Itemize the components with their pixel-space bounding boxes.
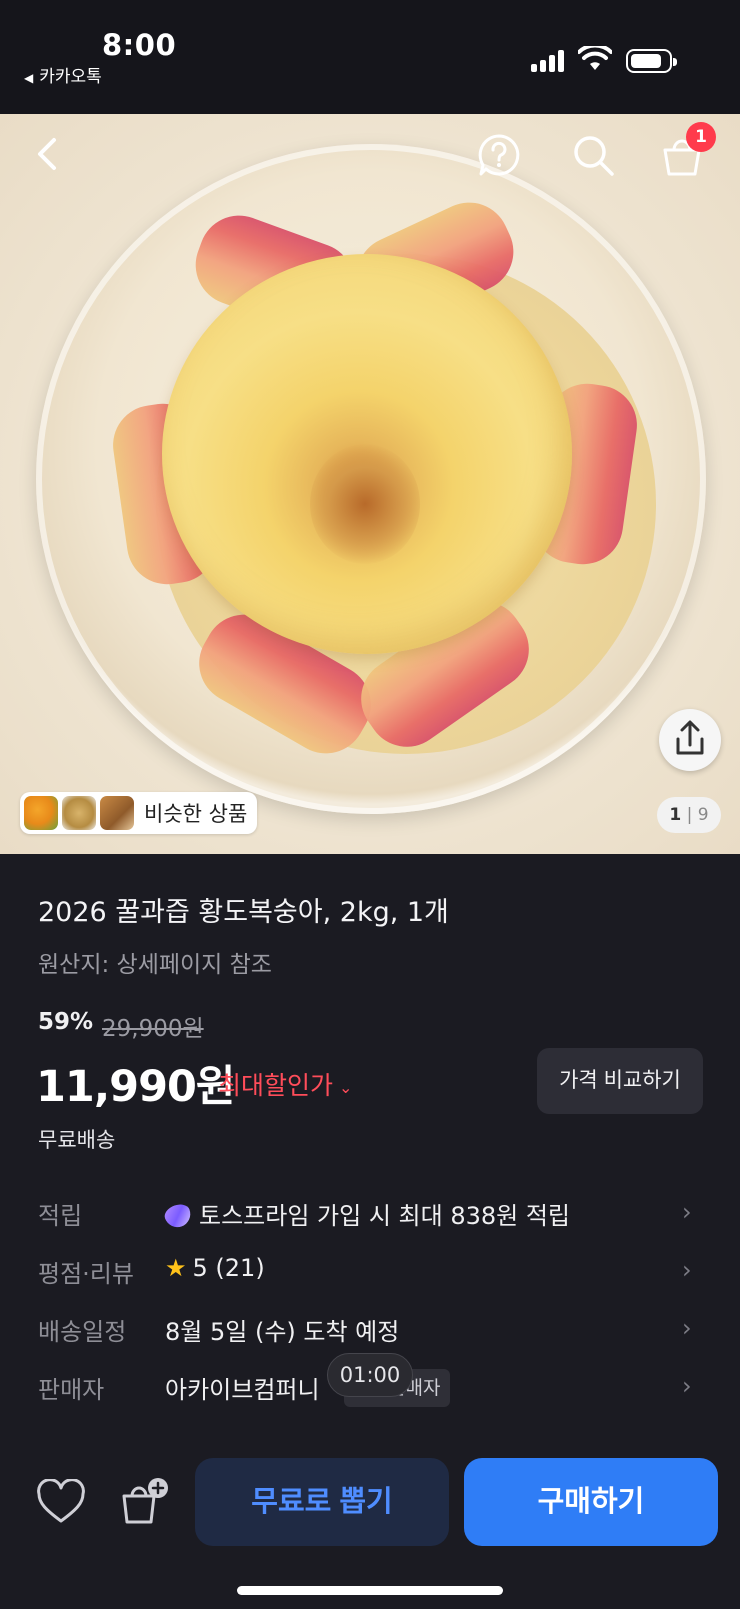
chevron-right-icon: › (682, 1314, 692, 1342)
detail-value: ★ 5 (21) (165, 1254, 265, 1282)
price-compare-button[interactable]: 가격 비교하기 (537, 1048, 703, 1114)
product-title: 2026 꿀과즙 황도복숭아, 2kg, 1개 (38, 897, 449, 928)
detail-value: 8월 5일 (수) 도착 예정 (165, 1318, 400, 1346)
detail-row-delivery[interactable]: 배송일정 8월 5일 (수) 도착 예정 › (0, 1302, 740, 1352)
toss-prime-gem-icon (162, 1201, 194, 1231)
buy-button[interactable]: 구매하기 (464, 1458, 718, 1546)
detail-label: 판매자 (38, 1376, 105, 1404)
image-counter-separator: | (686, 805, 693, 825)
battery-icon (626, 49, 677, 73)
original-price: 29,900원 (102, 1016, 204, 1042)
back-triangle-icon: ◀ (24, 71, 34, 85)
detail-value: 토스프라임 가입 시 최대 838원 적립 (162, 1196, 570, 1231)
similar-product-thumb (24, 796, 58, 830)
product-origin: 원산지: 상세페이지 참조 (38, 952, 272, 978)
home-indicator[interactable] (237, 1586, 503, 1595)
similar-product-thumb (100, 796, 134, 830)
star-icon: ★ (165, 1254, 187, 1282)
chevron-right-icon: › (682, 1198, 692, 1226)
cellular-signal-icon (531, 50, 567, 72)
detail-value-text: 토스프라임 가입 시 최대 838원 적립 (199, 1202, 570, 1230)
free-draw-button[interactable]: 무료로 뽑기 (195, 1458, 449, 1546)
chevron-down-icon: ⌄ (339, 1077, 353, 1097)
share-icon (676, 720, 704, 755)
chevron-right-icon: › (682, 1372, 692, 1400)
max-discount-label: 최대할인가 (218, 1071, 334, 1100)
detail-label: 평점·리뷰 (38, 1260, 134, 1288)
wifi-icon (578, 46, 612, 70)
max-discount-toggle[interactable]: 최대할인가 ⌄ (218, 1066, 352, 1102)
detail-value: 아카이브컴퍼니 (165, 1376, 320, 1404)
back-to-app-link[interactable]: ◀ 카카오톡 (24, 62, 102, 87)
detail-value-text: 5 (21) (192, 1254, 265, 1282)
sale-price: 11,990원 (36, 1062, 235, 1112)
heart-icon[interactable] (36, 1479, 86, 1525)
share-button[interactable] (659, 709, 721, 771)
back-app-label: 카카오톡 (39, 67, 102, 87)
similar-products-label: 비슷한 상품 (144, 802, 248, 826)
chevron-right-icon: › (682, 1256, 692, 1284)
back-arrow-icon[interactable] (28, 134, 68, 174)
add-to-cart-icon[interactable] (120, 1476, 170, 1526)
detail-row-points[interactable]: 적립 토스프라임 가입 시 최대 838원 적립 › (0, 1186, 740, 1236)
shipping-info: 무료배송 (38, 1128, 116, 1152)
product-image[interactable] (0, 114, 740, 854)
cart-count-badge: 1 (686, 122, 716, 152)
countdown-timer: 01:00 (327, 1353, 413, 1397)
image-counter-total: 9 (697, 805, 709, 825)
detail-row-reviews[interactable]: 평점·리뷰 ★ 5 (21) › (0, 1244, 740, 1294)
similar-products-button[interactable]: 비슷한 상품 (20, 792, 258, 834)
peach-core (310, 444, 420, 564)
help-icon[interactable] (476, 132, 522, 178)
status-bar: 8:00 ◀ 카카오톡 (0, 0, 740, 114)
detail-label: 적립 (38, 1202, 83, 1230)
image-counter-current: 1 (669, 805, 682, 825)
image-counter: 1 | 9 (657, 797, 721, 833)
similar-product-thumb (62, 796, 96, 830)
discount-rate: 59% (38, 1009, 94, 1035)
detail-label: 배송일정 (38, 1318, 127, 1346)
search-icon[interactable] (570, 132, 616, 178)
status-time: 8:00 (102, 28, 177, 62)
